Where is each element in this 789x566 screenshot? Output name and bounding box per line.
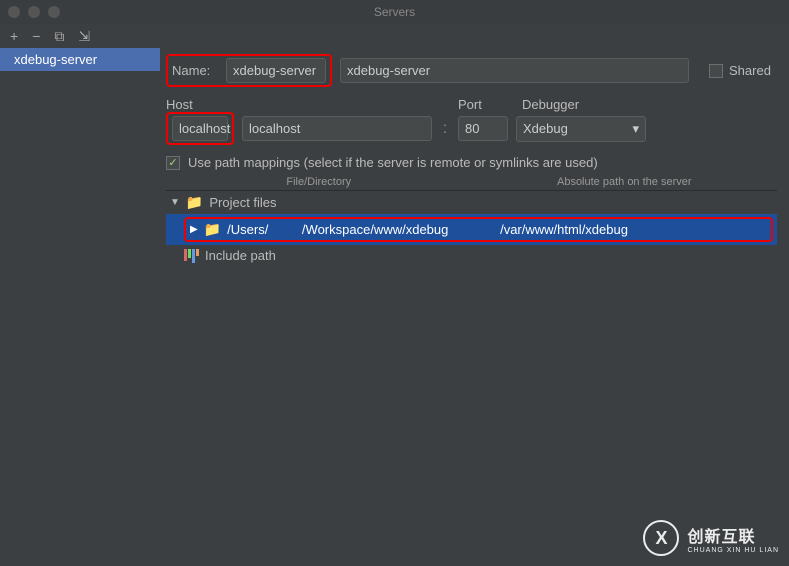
folder-icon: 📁 — [204, 221, 221, 238]
redacted — [268, 226, 298, 236]
watermark-sub: CHUANG XIN HU LIAN — [687, 547, 779, 554]
host-input[interactable] — [242, 116, 432, 141]
copy-icon[interactable]: ⧉ — [54, 28, 64, 45]
local-path: /Users/ /Workspace/www/xdebug — [227, 222, 494, 237]
host-preview: localhost — [172, 116, 228, 141]
name-input-preview: xdebug-server — [226, 58, 326, 83]
path-tree: ▼ 📁 Project files ▶ 📁 /Users/ /Workspace… — [166, 191, 777, 266]
watermark: X 创新互联 CHUANG XIN HU LIAN — [643, 520, 779, 556]
min-dot[interactable] — [28, 6, 40, 18]
watermark-logo: X — [643, 520, 679, 556]
name-label: Name: — [172, 63, 220, 78]
debugger-select[interactable]: Xdebug ▾ — [516, 116, 646, 142]
remove-icon[interactable]: − — [32, 28, 40, 44]
table-header: File/Directory Absolute path on the serv… — [166, 174, 777, 191]
host-label: Host — [166, 97, 424, 112]
debugger-label: Debugger — [522, 97, 592, 112]
add-icon[interactable]: + — [10, 28, 18, 44]
tree-include-row[interactable]: Include path — [166, 245, 777, 266]
tree-root-label: Project files — [209, 195, 276, 210]
tree-root-row[interactable]: ▼ 📁 Project files — [166, 191, 777, 214]
name-highlight: Name: xdebug-server — [166, 54, 332, 87]
sort-icon[interactable]: ⇲ — [78, 28, 90, 45]
include-label: Include path — [205, 248, 276, 263]
colon: : — [440, 120, 450, 138]
abs-path: /var/www/html/xdebug — [500, 222, 767, 237]
port-label: Port — [458, 97, 514, 112]
sidebar: xdebug-server — [0, 48, 160, 566]
toolbar: + − ⧉ ⇲ — [0, 24, 789, 48]
max-dot[interactable] — [48, 6, 60, 18]
chevron-down-icon: ▾ — [632, 121, 639, 137]
shared-checkbox[interactable] — [709, 64, 723, 78]
titlebar: Servers — [0, 0, 789, 24]
sidebar-item-server[interactable]: xdebug-server — [0, 48, 160, 71]
triangle-right-icon: ▶ — [190, 224, 198, 235]
triangle-down-icon: ▼ — [170, 197, 180, 208]
pathmap-label: Use path mappings (select if the server … — [188, 155, 598, 170]
name-input[interactable] — [340, 58, 689, 83]
main-panel: Name: xdebug-server Shared Host Port Deb… — [160, 48, 789, 566]
port-input[interactable] — [458, 116, 508, 141]
col-abs: Absolute path on the server — [472, 176, 778, 188]
include-icon — [184, 249, 199, 263]
mapping-highlight: ▶ 📁 /Users/ /Workspace/www/xdebug /var/w… — [184, 217, 773, 242]
host-highlight: localhost — [166, 112, 234, 145]
window-title: Servers — [374, 5, 415, 19]
shared-label: Shared — [729, 63, 777, 78]
debugger-value: Xdebug — [523, 121, 568, 136]
traffic-lights — [8, 6, 60, 18]
pathmap-checkbox[interactable]: ✓ — [166, 156, 180, 170]
folder-icon: 📁 — [186, 194, 203, 211]
close-dot[interactable] — [8, 6, 20, 18]
tree-mapping-row[interactable]: ▶ 📁 /Users/ /Workspace/www/xdebug /var/w… — [166, 214, 777, 245]
watermark-text: 创新互联 — [687, 523, 779, 547]
col-file: File/Directory — [166, 176, 472, 188]
